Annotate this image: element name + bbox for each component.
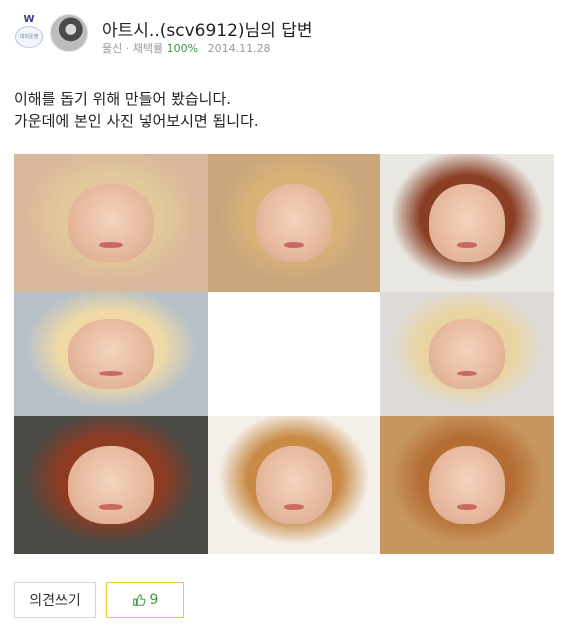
level-badge-text: 대리운영 [15,26,43,48]
photo-2 [208,154,380,292]
photo-9 [380,416,554,554]
photo-3 [380,154,554,292]
answer-header: W 대리운영 아트시..(scv6912)님의 답변 물신 · 채택률 100%… [14,12,574,58]
answer-line-1: 이해를 돕기 위해 만들어 봤습니다. [14,90,232,108]
answer-actions: 의견쓰기 9 [14,582,194,618]
face-shape [68,446,154,524]
face-shape [256,446,332,524]
adopt-rate: 100% [166,42,199,55]
avatar[interactable] [50,14,88,52]
write-opinion-button[interactable]: 의견쓰기 [14,582,96,618]
lips-shape [283,504,305,510]
photo-8 [208,416,380,554]
lips-shape [456,504,478,510]
answer-date: 2014.11.28 [207,42,271,55]
photo-7 [14,416,208,554]
face-shape [428,319,506,389]
answer-line-2: 가운데에 본인 사진 넣어보시면 됩니다. [14,112,259,130]
author-name[interactable]: 아트시..(scv6912)님의 답변 [102,16,312,41]
lips-shape [99,242,123,248]
level-badge-letter: W [23,14,35,25]
face-shape [428,446,506,524]
face-shape [256,184,332,262]
photo-grid [14,154,554,554]
like-count: 9 [149,592,159,608]
face-shape [68,319,154,389]
lips-shape [99,504,123,510]
adopt-label: 채택률 [132,42,164,55]
lips-shape [456,242,478,248]
like-button[interactable]: 9 [106,582,184,618]
author-rank: 물신 [102,42,123,55]
photo-4 [14,292,208,416]
author-meta: 물신 · 채택률 100% 2014.11.28 [102,40,271,56]
thumbs-up-icon [132,594,145,606]
photo-center-empty [208,292,380,416]
face-shape [428,184,506,262]
meta-separator: · [125,42,133,55]
face-shape [68,184,154,262]
answer-body: 이해를 돕기 위해 만들어 봤습니다. 가운데에 본인 사진 넣어보시면 됩니다… [14,88,259,132]
photo-6 [380,292,554,416]
lips-shape [283,242,305,248]
level-badge: W 대리운영 [14,14,44,52]
photo-1 [14,154,208,292]
